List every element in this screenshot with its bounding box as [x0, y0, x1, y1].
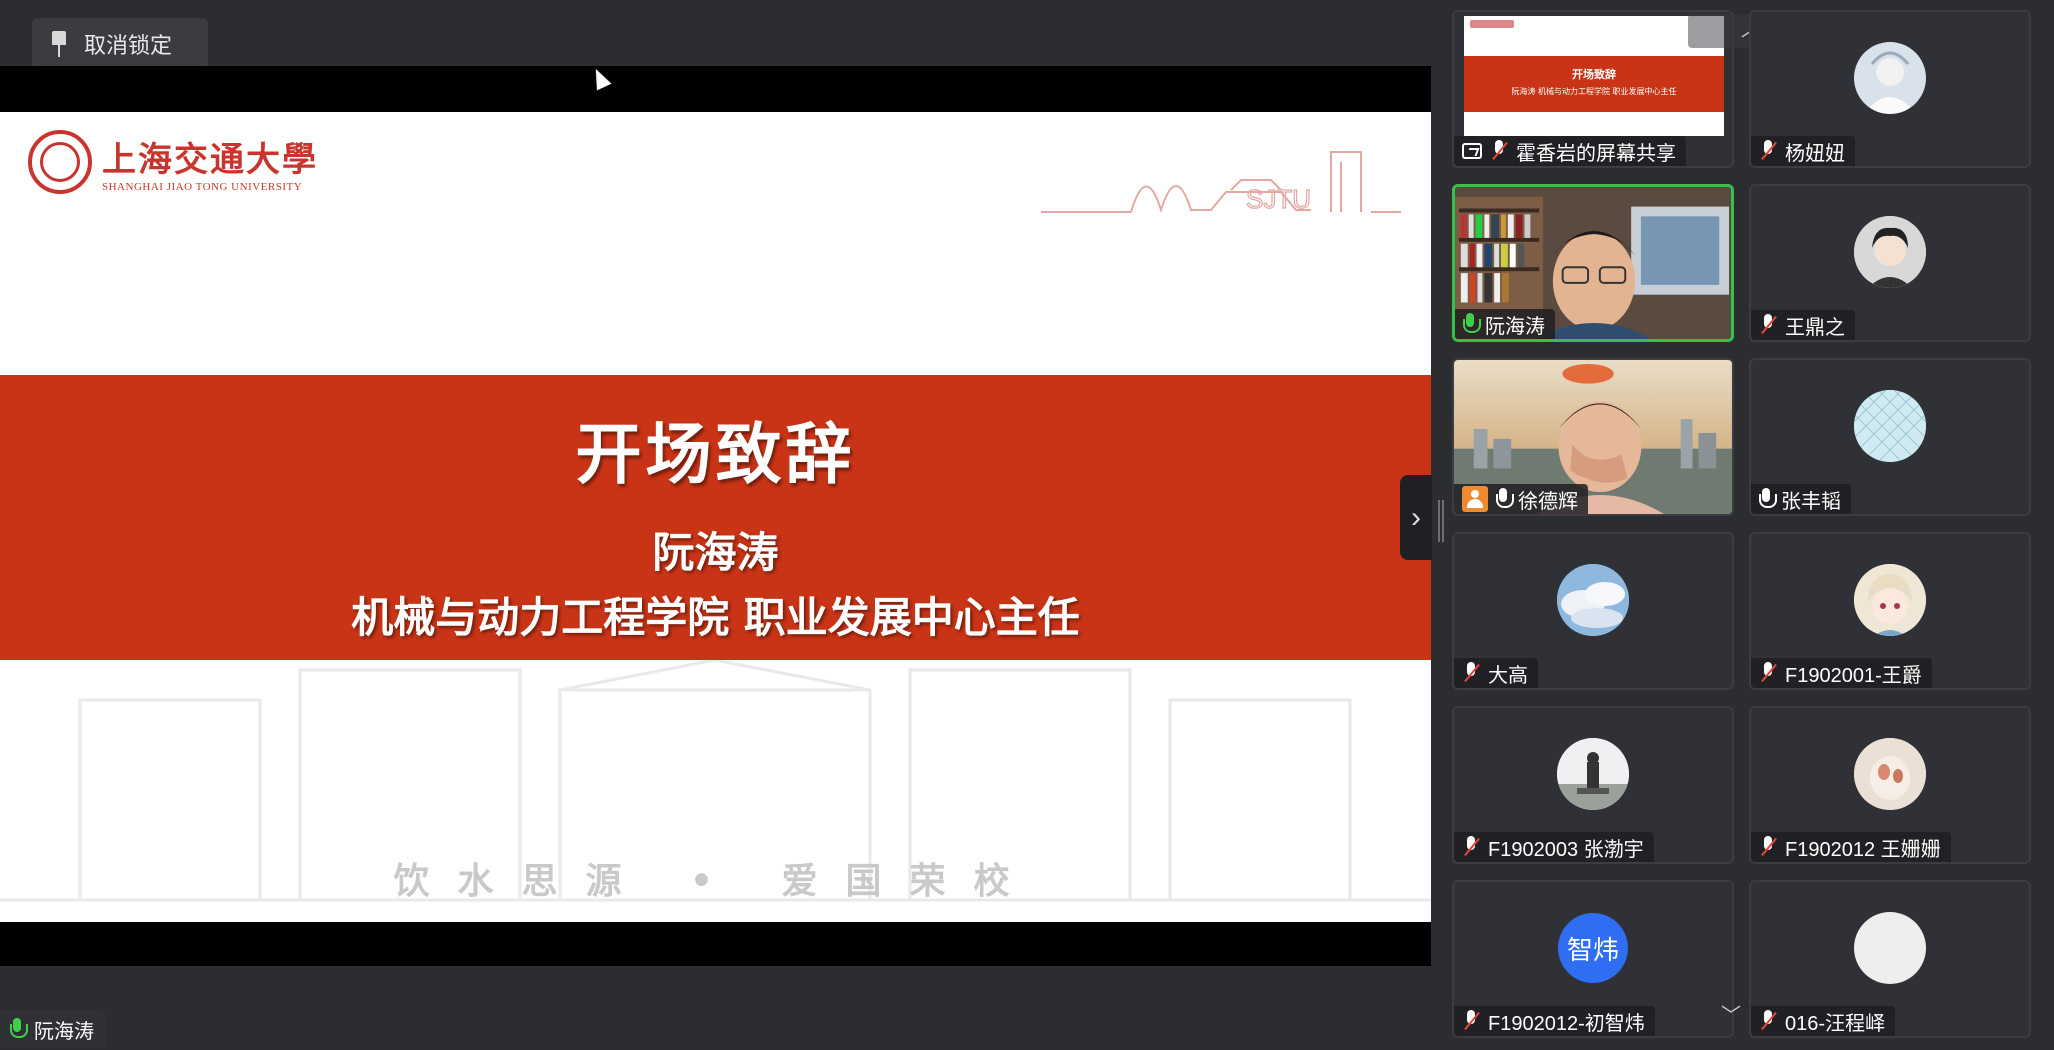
person-icon [1462, 486, 1488, 512]
avatar [1854, 738, 1926, 810]
participant-name: F1902001-王爵 [1785, 664, 1922, 687]
participant-name: 大高 [1488, 664, 1528, 687]
shared-slide: 上海交通大學 SHANGHAI JIAO TONG UNIVERSITY SJT… [0, 112, 1431, 922]
participant-gallery: 开场致辞 阮海涛 机械与动力工程学院 职业发展中心主任 霍香岩的屏幕共享 ︿ 杨… [1452, 10, 2032, 1050]
microphone-on-icon [10, 1018, 28, 1040]
microphone-muted-icon [1759, 314, 1777, 336]
participant-tile[interactable]: 杨妞妞 [1749, 10, 2031, 168]
slide-presenter: 阮海涛 [652, 528, 779, 577]
thumb-subtitle: 阮海涛 机械与动力工程学院 职业发展中心主任 [1511, 87, 1677, 96]
active-speaker-name: 阮海涛 [34, 1020, 94, 1043]
avatar [1854, 564, 1926, 636]
nameplate: 霍香岩的屏幕共享 [1454, 136, 1686, 166]
nameplate: F1902003 张渤宇 [1454, 832, 1654, 862]
participant-tile[interactable]: F1902003 张渤宇 [1452, 706, 1734, 864]
unpin-button[interactable]: 取消锁定 [32, 18, 208, 70]
sketch-text: SJTU [1246, 184, 1311, 214]
campus-sketch-icon: SJTU [1041, 151, 1401, 215]
pin-icon [50, 31, 68, 57]
chevron-down-icon: ﹀ [1721, 1004, 1741, 1027]
nameplate: 张丰韬 [1751, 484, 1851, 514]
participant-name: 张丰韬 [1781, 490, 1841, 513]
microphone-on-icon [1463, 313, 1481, 335]
letterbox-bottom [0, 922, 1431, 966]
panel-resize-handle[interactable] [1438, 500, 1444, 542]
participant-name: 阮海涛 [1485, 315, 1545, 338]
participant-name: 杨妞妞 [1785, 142, 1845, 165]
screen-share-thumbnail: 开场致辞 阮海涛 机械与动力工程学院 职业发展中心主任 [1464, 16, 1724, 136]
slide-title-band: 开场致辞 阮海涛 机械与动力工程学院 职业发展中心主任 [0, 375, 1431, 660]
participant-tile[interactable]: 大高 [1452, 532, 1734, 690]
nameplate: 杨妞妞 [1751, 136, 1855, 166]
nameplate: F1902001-王爵 [1751, 658, 1932, 688]
microphone-on-icon [1496, 488, 1514, 510]
avatar [1854, 912, 1926, 984]
nameplate: F1902012-初智炜 [1454, 1006, 1655, 1036]
participant-tile-active-speaker[interactable]: 阮海涛 [1452, 184, 1734, 342]
chevron-right-icon: › [1411, 500, 1421, 534]
participant-name: F1902003 张渤宇 [1488, 838, 1644, 861]
thumb-title: 开场致辞 [1572, 68, 1616, 81]
participant-tile[interactable]: 徐德辉 [1452, 358, 1734, 516]
microphone-muted-icon [1759, 662, 1777, 684]
thumb-logo-icon [1470, 20, 1514, 28]
participant-tile[interactable]: F1902012 王姗姗 [1749, 706, 2031, 864]
avatar [1557, 738, 1629, 810]
microphone-muted-icon [1462, 662, 1480, 684]
microphone-muted-icon [1462, 1010, 1480, 1032]
letterbox-top [0, 66, 1431, 112]
participant-name: 徐德辉 [1518, 490, 1578, 513]
nameplate: 大高 [1454, 658, 1538, 688]
avatar [1854, 42, 1926, 114]
collapse-gallery-button[interactable]: › [1400, 475, 1432, 560]
microphone-muted-icon [1759, 140, 1777, 162]
avatar [1854, 216, 1926, 288]
participant-tile[interactable]: 王鼎之 [1749, 184, 2031, 342]
nameplate: 徐德辉 [1454, 484, 1588, 514]
university-seal-icon [28, 130, 92, 194]
slide-title: 开场致辞 [575, 416, 856, 493]
university-logo: 上海交通大學 SHANGHAI JIAO TONG UNIVERSITY [28, 130, 318, 194]
microphone-muted-icon [1490, 140, 1508, 162]
participant-tile[interactable]: F1902001-王爵 [1749, 532, 2031, 690]
participant-name: 王鼎之 [1785, 316, 1845, 339]
avatar [1854, 390, 1926, 462]
microphone-muted-icon [1462, 836, 1480, 858]
university-name-en: SHANGHAI JIAO TONG UNIVERSITY [102, 180, 303, 193]
active-speaker-label: 阮海涛 [0, 1010, 106, 1048]
university-name-cn: 上海交通大學 [102, 139, 318, 180]
scroll-down-button[interactable]: ﹀ [1688, 998, 1814, 1028]
initials-avatar: 智炜 [1558, 913, 1628, 983]
main-stage: 取消锁定 上海交通大學 SHANGHAI JIAO TONG UNIVERSIT… [0, 0, 1431, 1050]
nameplate: 王鼎之 [1751, 310, 1855, 340]
avatar: 智炜 [1557, 912, 1629, 984]
nameplate: F1902012 王姗姗 [1751, 832, 1951, 862]
slide-role: 机械与动力工程学院 职业发展中心主任 [351, 593, 1080, 642]
slide-motto: 饮水思源 • 爱国荣校 [393, 860, 1038, 902]
participant-name: F1902012 王姗姗 [1785, 838, 1941, 861]
participant-name: F1902012-初智炜 [1488, 1012, 1645, 1035]
avatar [1557, 564, 1629, 636]
participant-name: 霍香岩的屏幕共享 [1516, 142, 1676, 165]
microphone-muted-icon [1759, 836, 1777, 858]
screen-share-icon [1462, 143, 1482, 159]
participant-tile[interactable]: 张丰韬 [1749, 358, 2031, 516]
nameplate: 阮海涛 [1455, 309, 1555, 339]
unpin-label: 取消锁定 [84, 33, 173, 58]
microphone-on-icon [1759, 488, 1777, 510]
